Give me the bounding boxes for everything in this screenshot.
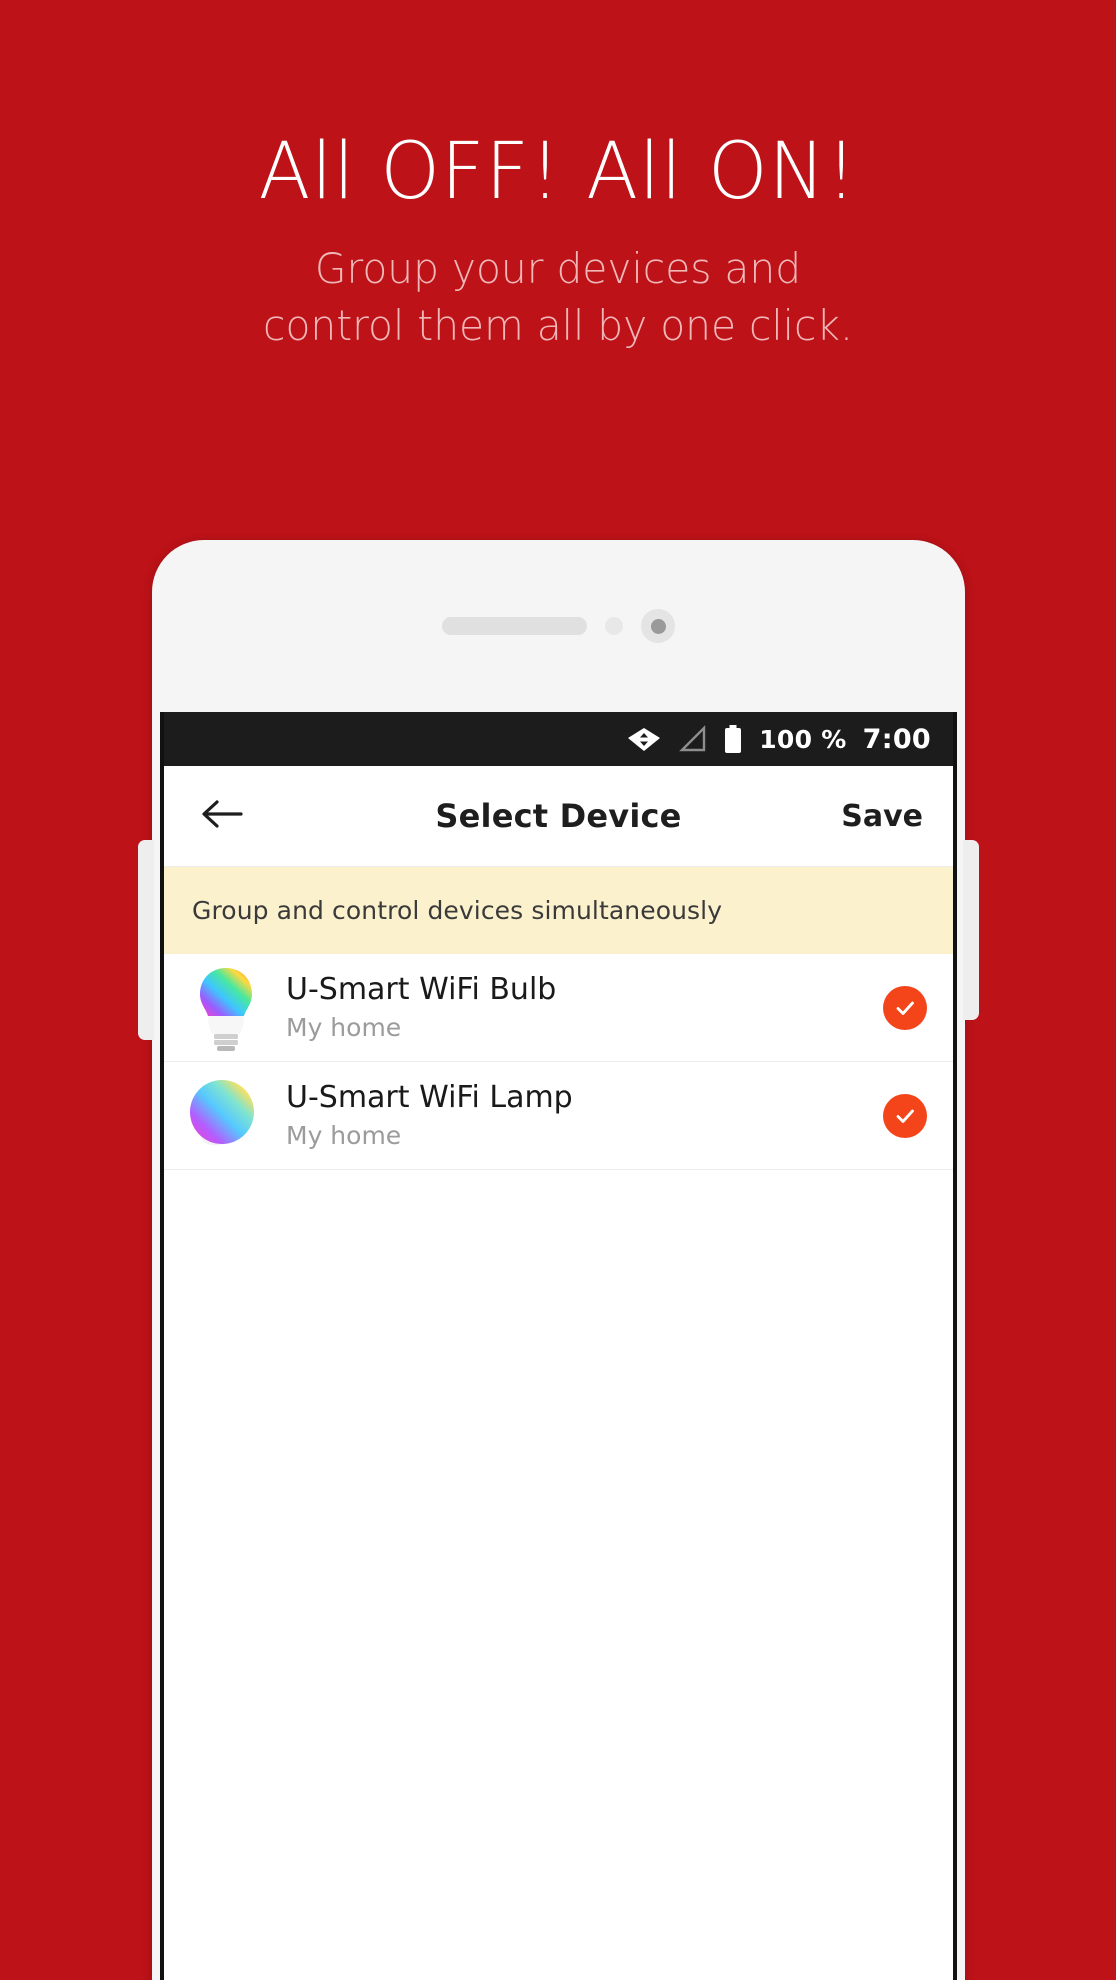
battery-full-icon xyxy=(723,724,743,754)
phone-volume-button[interactable] xyxy=(138,840,154,1040)
cellular-signal-icon xyxy=(677,725,707,753)
device-list: U-Smart WiFi Bulb My home U-Smart WiFi L… xyxy=(164,954,953,1170)
back-arrow-icon xyxy=(201,798,243,835)
proximity-sensor-icon xyxy=(605,617,623,635)
promo-subtitle: Group your devices and control them all … xyxy=(17,240,1100,354)
earpiece-speaker-icon xyxy=(442,617,587,635)
device-list-item-bulb[interactable]: U-Smart WiFi Bulb My home xyxy=(164,954,953,1062)
status-bar-clock: 7:00 xyxy=(862,723,931,755)
device-selected-check-icon[interactable] xyxy=(883,1093,927,1138)
device-name: U-Smart WiFi Bulb xyxy=(286,971,557,1007)
phone-mockup: 100 % 7:00 Select Device Save Group and … xyxy=(138,540,979,1980)
save-button[interactable]: Save xyxy=(841,799,923,834)
phone-top-bezel xyxy=(152,540,965,712)
info-banner-text: Group and control devices simultaneously xyxy=(192,896,723,925)
promo-subtitle-line-1: Group your devices and xyxy=(314,244,802,293)
info-banner: Group and control devices simultaneously xyxy=(164,866,953,954)
app-bar: Select Device Save xyxy=(164,766,953,866)
smart-bulb-icon xyxy=(180,962,272,1054)
page-title-select-device: Select Device xyxy=(435,797,682,835)
status-bar: 100 % 7:00 xyxy=(164,712,953,766)
back-button[interactable] xyxy=(194,788,250,844)
device-name: U-Smart WiFi Lamp xyxy=(286,1079,573,1115)
device-location: My home xyxy=(286,1120,402,1150)
wifi-icon xyxy=(627,725,661,753)
phone-power-button[interactable] xyxy=(963,840,979,1020)
device-selected-check-icon[interactable] xyxy=(883,985,927,1030)
phone-screen: 100 % 7:00 Select Device Save Group and … xyxy=(160,712,957,1980)
device-location: My home xyxy=(286,1012,402,1042)
device-text-group: U-Smart WiFi Bulb My home xyxy=(286,972,883,1044)
device-text-group: U-Smart WiFi Lamp My home xyxy=(286,1080,883,1152)
promo-subtitle-line-2: control them all by one click. xyxy=(263,301,853,350)
battery-percent-label: 100 % xyxy=(759,724,847,754)
promo-block: All OFF! All ON! Group your devices and … xyxy=(0,0,1116,354)
front-camera-icon xyxy=(641,609,675,643)
page-title: All OFF! All ON! xyxy=(258,127,858,217)
smart-lamp-icon xyxy=(180,1070,272,1162)
device-list-item-lamp[interactable]: U-Smart WiFi Lamp My home xyxy=(164,1062,953,1170)
camera-lens xyxy=(650,618,666,634)
